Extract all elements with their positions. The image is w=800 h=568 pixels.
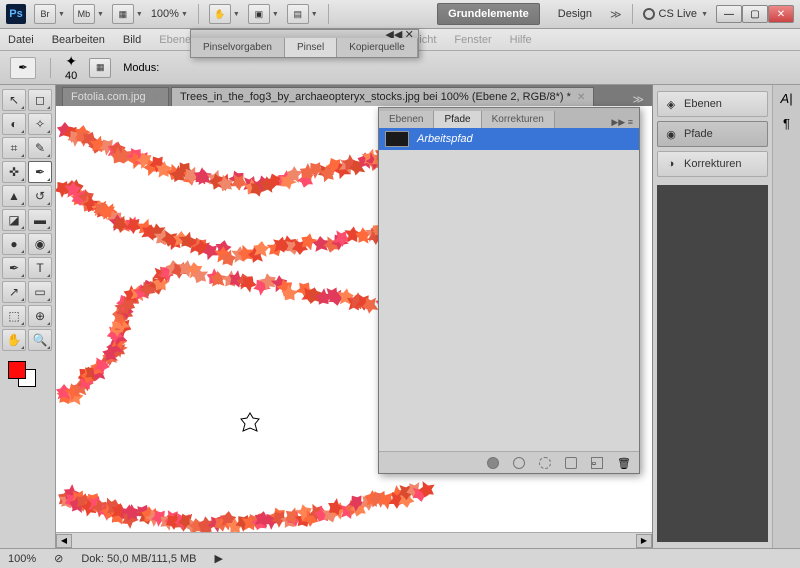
menu-datei[interactable]: Datei	[8, 34, 34, 46]
cslive-button[interactable]: CS Live▼	[643, 8, 708, 20]
menu-hilfe[interactable]: Hilfe	[510, 34, 532, 46]
rp-ebenen-button[interactable]: ◈Ebenen	[657, 91, 768, 117]
zoom-tool[interactable]: 🔍	[28, 329, 52, 351]
para-panel-icon[interactable]: ¶	[783, 116, 790, 131]
pfade-list[interactable]: Arbeitspfad	[379, 128, 639, 451]
adjust-icon: ◑	[664, 157, 678, 171]
marquee-tool[interactable]: ◻	[28, 89, 52, 111]
eraser-tool[interactable]: ◪	[2, 209, 26, 231]
tab-pinsel[interactable]: Pinsel	[285, 38, 337, 57]
maximize-button[interactable]: ▢	[742, 5, 768, 23]
pp-collapse-icon[interactable]: ▶▶ ≡	[605, 117, 639, 128]
tool-preset-picker[interactable]: ✒	[10, 57, 36, 79]
status-arrow-icon[interactable]: ▶	[215, 552, 223, 565]
toolbox: ↖◻ ◐✧ ⌗✎ ✜✒ ▲↺ ◪▬ ●◉ ✒T ↗▭ ⬚⊕ ✋🔍	[0, 85, 56, 548]
type-tool[interactable]: T	[28, 257, 52, 279]
pp-tab-pfade[interactable]: Pfade	[434, 111, 481, 128]
extras-button[interactable]: ▣▼	[248, 4, 279, 24]
menu-bild[interactable]: Bild	[123, 34, 141, 46]
lasso-tool[interactable]: ◐	[2, 113, 26, 135]
minimize-button[interactable]: ―	[716, 5, 742, 23]
path-select-tool[interactable]: ↗	[2, 281, 26, 303]
selection-from-path-icon[interactable]	[539, 457, 551, 469]
layers-icon: ◈	[664, 97, 678, 111]
heal-tool[interactable]: ✜	[2, 161, 26, 183]
pp-tab-ebenen[interactable]: Ebenen	[379, 111, 434, 128]
hand-tool2[interactable]: ✋	[2, 329, 26, 351]
char-panel-icon[interactable]: A|	[780, 91, 792, 106]
brush-cursor-icon	[238, 412, 262, 436]
hand-tool[interactable]: ✋▼	[209, 4, 240, 24]
blur-tool[interactable]: ●	[2, 233, 26, 255]
menubar: Datei Bearbeiten Bild Ebene Auswahl Filt…	[0, 29, 800, 51]
3d-tool[interactable]: ⬚	[2, 305, 26, 327]
wand-tool[interactable]: ✧	[28, 113, 52, 135]
color-swatches[interactable]	[2, 359, 53, 387]
status-adjust-icon[interactable]: ⊘	[54, 552, 63, 565]
menu-ebene[interactable]: Ebene	[159, 34, 191, 46]
gradient-tool[interactable]: ▬	[28, 209, 52, 231]
brush-panel-toggle[interactable]: ▦	[89, 58, 111, 78]
close-button[interactable]: ✕	[768, 5, 794, 23]
history-brush-tool[interactable]: ↺	[28, 185, 52, 207]
make-workpath-icon[interactable]	[565, 457, 577, 469]
close-tab-icon[interactable]: ✕	[152, 92, 160, 103]
path-thumb-icon	[385, 131, 409, 147]
ps-logo: Ps	[6, 4, 26, 24]
pen-tool[interactable]: ✒	[2, 257, 26, 279]
dodge-tool[interactable]: ◉	[28, 233, 52, 255]
shape-tool[interactable]: ▭	[28, 281, 52, 303]
tab-pinselvorgaben[interactable]: Pinselvorgaben	[191, 38, 285, 57]
rp-korrekturen-button[interactable]: ◑Korrekturen	[657, 151, 768, 177]
tab-kopierquelle[interactable]: Kopierquelle	[337, 38, 418, 57]
status-zoom[interactable]: 100%	[8, 553, 36, 565]
fg-color-swatch[interactable]	[8, 361, 26, 379]
workspace-grundelemente[interactable]: Grundelemente	[437, 3, 540, 25]
delete-path-icon[interactable]: 🗑	[617, 457, 629, 469]
workspace-more[interactable]: ≫	[610, 8, 622, 21]
crop-tool[interactable]: ⌗	[2, 137, 26, 159]
rp-pfade-button[interactable]: ◉Pfade	[657, 121, 768, 147]
menu-fenster[interactable]: Fenster	[454, 34, 491, 46]
close-tab-icon[interactable]: ✕	[577, 92, 585, 103]
brush-preview[interactable]: ✦40	[65, 53, 77, 82]
right-panel-dock: ◈Ebenen ◉Pfade ◑Korrekturen A| ¶	[652, 85, 800, 548]
pfade-footer: ▫ 🗑	[379, 451, 639, 473]
h-scrollbar[interactable]: ◀▶	[56, 532, 652, 548]
brush-panel[interactable]: ◀◀ ✕ Pinselvorgaben Pinsel Kopierquelle	[190, 29, 419, 58]
stamp-tool[interactable]: ▲	[2, 185, 26, 207]
doctab-trees[interactable]: Trees_in_the_fog3_by_archaeopteryx_stock…	[171, 87, 594, 106]
app-titlebar: Ps Br▼ Mb▼ ▦▼ 100%▼ ✋▼ ▣▼ ▤▼ Grundelemen…	[0, 0, 800, 29]
document-tabs: Fotolia.com.jpg✕ Trees_in_the_fog3_by_ar…	[56, 85, 652, 106]
eyedropper-tool[interactable]: ✎	[28, 137, 52, 159]
fill-path-icon[interactable]	[487, 457, 499, 469]
zoom-dropdown[interactable]: 100%▼	[151, 8, 188, 20]
pfade-panel[interactable]: Ebenen Pfade Korrekturen ▶▶ ≡ Arbeitspfa…	[378, 107, 640, 474]
bridge-button[interactable]: Br▼	[34, 4, 65, 24]
menu-bearbeiten[interactable]: Bearbeiten	[52, 34, 105, 46]
stroke-path-icon[interactable]	[513, 457, 525, 469]
paths-icon: ◉	[664, 127, 678, 141]
path-item-arbeitspfad[interactable]: Arbeitspfad	[379, 128, 639, 150]
viewmode-button[interactable]: ▦▼	[112, 4, 143, 24]
move-tool[interactable]: ↖	[2, 89, 26, 111]
doctab-fotolia[interactable]: Fotolia.com.jpg✕	[62, 87, 169, 106]
modus-label: Modus:	[123, 62, 159, 74]
tabs-overflow-icon[interactable]: ≫	[624, 93, 652, 106]
camera-tool[interactable]: ⊕	[28, 305, 52, 327]
minibridge-button[interactable]: Mb▼	[73, 4, 104, 24]
new-path-icon[interactable]: ▫	[591, 457, 603, 469]
arrange-button[interactable]: ▤▼	[287, 4, 318, 24]
status-bar: 100% ⊘ Dok: 50,0 MB/111,5 MB ▶	[0, 548, 800, 568]
pp-tab-korrekturen[interactable]: Korrekturen	[482, 111, 555, 128]
status-doc-size[interactable]: Dok: 50,0 MB/111,5 MB	[81, 553, 196, 565]
brush-tool[interactable]: ✒	[28, 161, 52, 183]
workspace-design[interactable]: Design	[548, 4, 602, 24]
